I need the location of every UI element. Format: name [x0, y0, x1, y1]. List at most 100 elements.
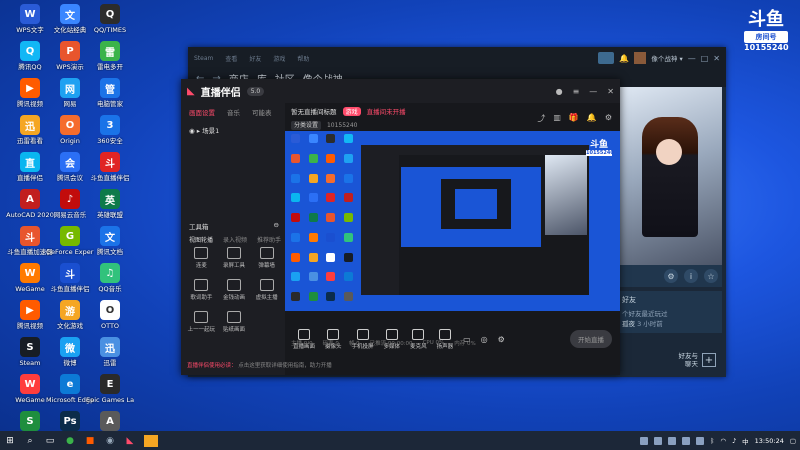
wifi-icon[interactable]: ◠ — [720, 437, 726, 445]
tray-icon[interactable] — [654, 436, 663, 445]
desktop-icon-label: 腾讯文档 — [97, 248, 123, 256]
share-icon[interactable]: ⤴ — [537, 113, 545, 124]
system-tray: ᛒ ◠ ♪ 中 13:50:24 ▢ — [640, 436, 796, 446]
steam-titlebar: Steam 查看 好友 游戏 帮助 🔔 像个战神 ▾ — □ ✕ — [188, 47, 726, 69]
preview-icon — [343, 213, 353, 223]
bluetooth-icon[interactable]: ᛒ — [710, 437, 714, 445]
steam-menu-help[interactable]: 帮助 — [297, 54, 309, 63]
steam-user-menu[interactable]: 像个战神 ▾ — [651, 53, 682, 63]
tray-icon[interactable] — [640, 436, 649, 445]
bell-icon[interactable]: 🔔 — [587, 113, 597, 124]
preview-icon — [326, 153, 336, 163]
steam-menu-friends[interactable]: 好友 — [249, 54, 261, 63]
gift-icon[interactable]: 🎁 — [569, 113, 579, 124]
live-logo-icon: ◣ — [187, 85, 195, 97]
maximize-icon[interactable]: □ — [701, 54, 709, 63]
gear-icon[interactable]: ⚙ — [664, 269, 678, 283]
desktop-icon[interactable]: E Epic Games Launcher — [86, 374, 134, 404]
room-id: 10155240 — [326, 122, 358, 129]
desktop-icon[interactable]: 英英雄联盟 — [86, 189, 134, 219]
task-view-icon[interactable]: ▭ — [44, 435, 56, 447]
live-companion-icon[interactable]: ◣ — [124, 435, 136, 447]
subtab-2[interactable]: 推荐助手 — [257, 235, 281, 244]
clock[interactable]: 13:50:24 — [755, 437, 784, 445]
tool-item[interactable]: 弹幕墙 — [250, 247, 283, 269]
tray-icon[interactable] — [682, 436, 691, 445]
add-friend-icon[interactable]: + — [702, 353, 716, 367]
live-companion-window: ◣ 直播伴侣 5.0 ● ≡ — ✕ 画面设置 音乐 可能表 ◉ ▸ 场景1 工… — [181, 79, 620, 375]
steam-menu-view[interactable]: 查看 — [225, 54, 237, 63]
info-icon[interactable]: i — [684, 269, 698, 283]
minimize-icon[interactable]: — — [589, 87, 597, 96]
scene-item[interactable]: ◉ ▸ 场景1 — [181, 121, 285, 139]
minimize-icon[interactable]: — — [688, 54, 696, 63]
wechat-icon[interactable]: ● — [64, 435, 76, 447]
folder-icon[interactable] — [144, 434, 158, 447]
douyu-icon[interactable]: ■ — [84, 435, 96, 447]
desktop-icon[interactable]: 雷雷电多开 — [86, 41, 134, 71]
category-pill[interactable]: 游戏 — [342, 107, 361, 116]
app-icon: ▶ — [20, 300, 40, 320]
tab-music[interactable]: 音乐 — [227, 107, 240, 117]
tray-icon[interactable] — [696, 436, 705, 445]
menu-icon[interactable]: ≡ — [573, 87, 580, 96]
desktop-icon[interactable]: 管电脑管家 — [86, 78, 134, 108]
app-icon: 游 — [60, 300, 80, 320]
steam-icon[interactable]: ◉ — [104, 435, 116, 447]
tool-item[interactable]: 虚拟主播 — [250, 279, 283, 301]
stream-preview[interactable]: 斗鱼 10155240 — [285, 131, 620, 311]
tool-item[interactable]: 上一一起玩 — [185, 311, 218, 333]
close-icon[interactable]: ✕ — [607, 87, 614, 96]
friends-chat-bar[interactable]: 好友与 聊天 + — [618, 343, 722, 377]
notification-icon[interactable]: ▢ — [790, 437, 796, 445]
tool-item[interactable]: 金钱动画 — [218, 279, 251, 301]
category-tag[interactable]: 分类设置 — [291, 121, 322, 130]
friend-entry[interactable]: 孤夜 3 小时前 — [622, 319, 718, 329]
toolbox-title: 工具箱 — [189, 223, 209, 231]
preview-icon — [308, 193, 318, 203]
room-title[interactable]: 暂无直播间标题 — [291, 108, 337, 116]
tool-item[interactable]: 连麦 — [185, 247, 218, 269]
live-sidebar: 画面设置 音乐 可能表 ◉ ▸ 场景1 工具箱 ⊖ 视图轮播 录入视频 推荐助手… — [181, 103, 285, 375]
subtab-0[interactable]: 视图轮播 — [189, 235, 213, 244]
tab-other[interactable]: 可能表 — [252, 107, 272, 117]
tool-item[interactable]: 录屏工具 — [218, 247, 251, 269]
desktop-icon[interactable]: 文腾讯文档 — [86, 226, 134, 256]
steam-game-panel: ⚙ i ☆ 好友 个好友最近玩过 孤夜 3 小时前 — [618, 87, 722, 377]
tray-icon[interactable] — [668, 436, 677, 445]
desktop-icon[interactable]: 斗斗鱼直播伴侣 — [86, 152, 134, 182]
search-icon[interactable]: ⌕ — [24, 435, 36, 447]
subtab-1[interactable]: 录入视频 — [223, 235, 247, 244]
desktop-icon[interactable]: O OTTO — [86, 300, 134, 330]
broadcast-icon[interactable] — [598, 52, 615, 64]
windows-start-icon[interactable]: ⊞ — [4, 435, 16, 447]
desktop-icon-label: 电脑管家 — [97, 100, 123, 108]
friend-activity: 好友 个好友最近玩过 孤夜 3 小时前 — [618, 291, 722, 333]
close-icon[interactable]: ✕ — [713, 54, 720, 63]
tool-item[interactable]: 歌词助手 — [185, 279, 218, 301]
bell-icon[interactable]: 🔔 — [619, 54, 629, 63]
app-icon: e — [60, 374, 80, 394]
ime-icon[interactable]: 中 — [742, 436, 749, 446]
collapse-icon[interactable]: ⊖ — [274, 221, 279, 231]
desktop-icon[interactable]: 3 360安全 — [86, 115, 134, 145]
volume-icon[interactable]: ♪ — [732, 437, 736, 445]
tool-label: 金钱动画 — [222, 295, 245, 301]
gear-icon[interactable]: ⚙ — [605, 113, 612, 124]
status-item: 帧 0 — [348, 341, 360, 347]
tool-grid: 连麦 录屏工具 弹幕墙歌词助手 金钱动画 虚拟主播上一一起玩 贴纸画面 — [185, 247, 283, 333]
steam-menu-games[interactable]: 游戏 — [273, 54, 285, 63]
desktop-icon[interactable]: ♫ QQ音乐 — [86, 263, 134, 293]
desktop-icon[interactable]: 迅迅雷 — [86, 337, 134, 367]
tab-scene[interactable]: 画面设置 — [189, 107, 215, 117]
avatar[interactable]: ● — [556, 87, 563, 96]
steam-menu-steam[interactable]: Steam — [194, 55, 213, 62]
star-icon[interactable]: ☆ — [704, 269, 718, 283]
chart-icon[interactable]: ▥ — [553, 113, 561, 124]
app-icon: 3 — [100, 115, 120, 135]
desktop-icon[interactable]: Q QQ/TIMES — [86, 4, 134, 34]
notice-bar[interactable]: 直播伴侣使用必读： 点击这里获取详细使用指南，助力开播 — [181, 361, 431, 369]
avatar[interactable] — [634, 52, 647, 64]
tool-item[interactable]: 贴纸画面 — [218, 311, 251, 333]
version-badge: 5.0 — [246, 86, 265, 96]
